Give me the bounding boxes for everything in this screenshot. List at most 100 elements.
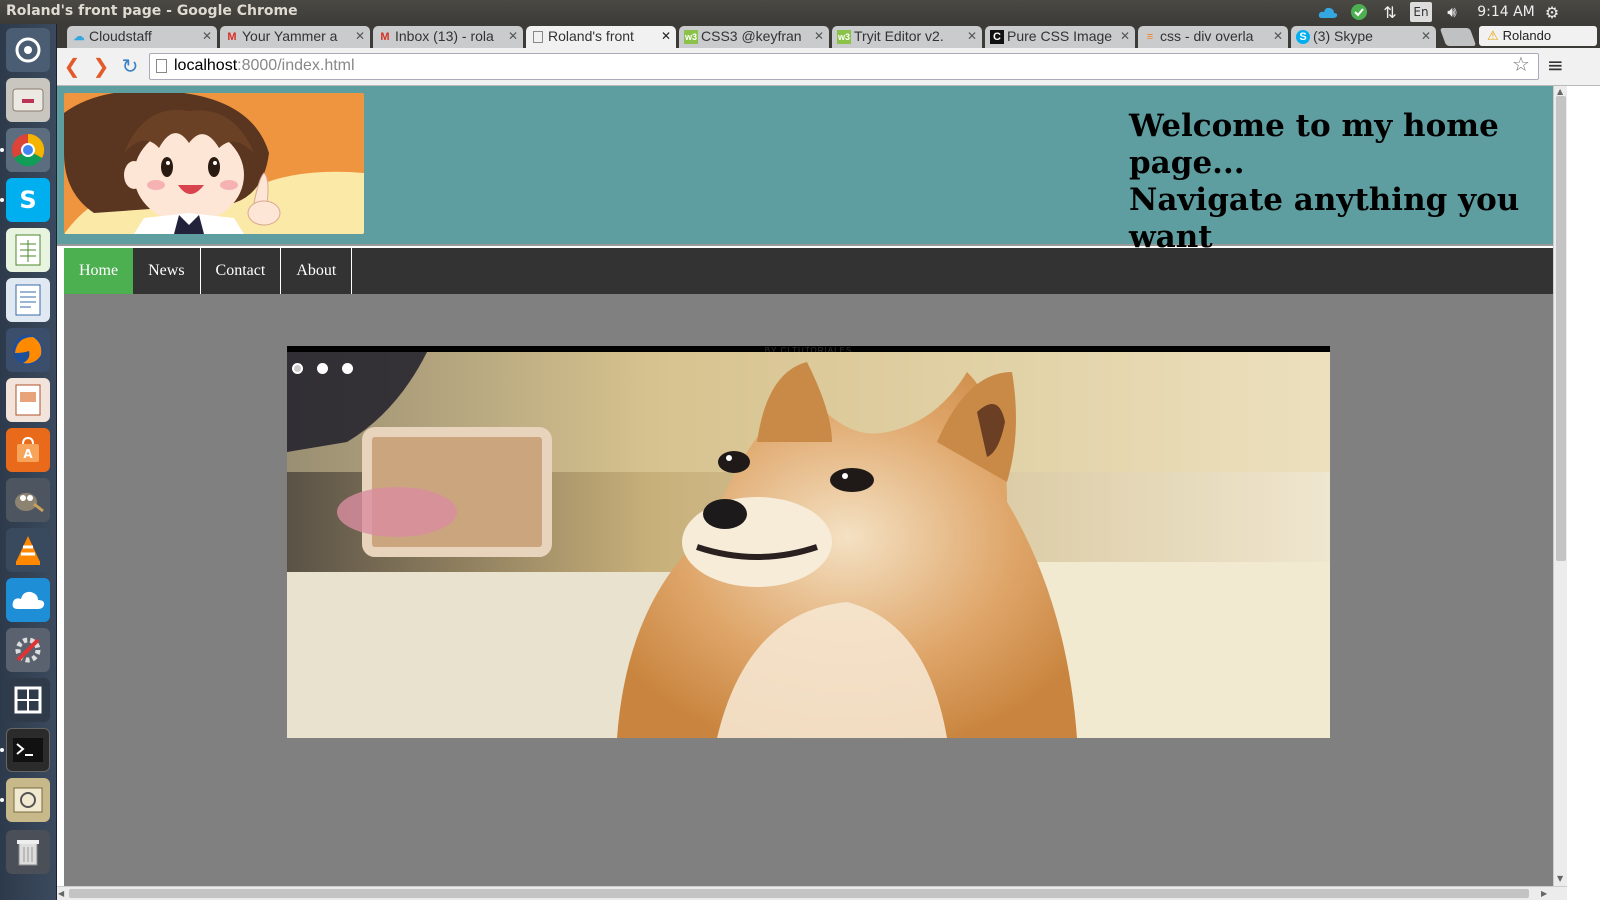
close-icon[interactable]: ✕ <box>1120 29 1130 43</box>
header-title-line-1: Welcome to my home page... <box>1129 108 1499 181</box>
workspace-icon[interactable] <box>6 678 50 722</box>
close-icon[interactable]: ✕ <box>508 29 518 43</box>
browser-window: ☁ Cloudstaff ✕ M Your Yammer a ✕ M Inbox… <box>57 24 1600 900</box>
files-icon[interactable] <box>6 78 50 122</box>
tab-label: Cloudstaff <box>89 28 152 44</box>
software-center-icon[interactable]: A <box>6 428 50 472</box>
url-host: localhost <box>174 57 238 74</box>
menu-icon[interactable]: ≡ <box>1547 53 1564 77</box>
tab-label: css - div overla <box>1160 28 1254 44</box>
image-slider: BY CLTUTORIALES <box>287 346 1330 738</box>
close-icon[interactable]: ✕ <box>1421 29 1431 43</box>
skype-icon[interactable]: S <box>6 178 50 222</box>
cloud-icon: ☁ <box>73 31 85 43</box>
browser-toolbar: ❮ ❯ ↻ localhost:8000/index.html ☆ ≡ <box>57 48 1600 86</box>
vlc-icon[interactable] <box>6 528 50 572</box>
nav-contact[interactable]: Contact <box>201 248 282 294</box>
header-title-line-2: Navigate anything you want <box>1129 182 1520 255</box>
document-icon[interactable] <box>6 278 50 322</box>
slider-dot-2[interactable] <box>317 363 328 374</box>
tab-label: Your Yammer a <box>242 28 338 44</box>
page-icon <box>533 31 543 43</box>
scroll-up-arrow-icon[interactable]: ▲ <box>1557 87 1563 96</box>
tab-inbox[interactable]: M Inbox (13) - rola ✕ <box>373 26 523 48</box>
cloud-icon[interactable] <box>6 578 50 622</box>
volume-tray-icon[interactable]: 🔊︎ <box>1440 2 1464 22</box>
vertical-scrollbar[interactable]: ▲ ▼ <box>1553 86 1567 886</box>
bookmark-star-icon[interactable]: ☆ <box>1512 52 1530 76</box>
close-icon[interactable]: ✕ <box>202 29 212 43</box>
tab-tryit-editor[interactable]: w3 Tryit Editor v2. ✕ <box>832 26 982 48</box>
gimp-icon[interactable] <box>6 478 50 522</box>
codepen-icon: C <box>990 30 1004 44</box>
back-button[interactable]: ❮ <box>59 54 85 80</box>
scroll-right-arrow-icon[interactable]: ▶ <box>1541 889 1547 898</box>
presentation-icon[interactable] <box>6 378 50 422</box>
header-anime-image <box>64 93 364 234</box>
page-viewport: Welcome to my home page... Navigate anyt… <box>57 86 1600 900</box>
close-icon[interactable]: ✕ <box>355 29 365 43</box>
slider-image-shiba-dog <box>287 352 1330 738</box>
tab-rolands-front-page[interactable]: Roland's front ✕ <box>526 26 676 50</box>
horizontal-scrollbar[interactable]: ◀ ▶ <box>57 886 1567 900</box>
new-tab-button[interactable] <box>1439 28 1477 46</box>
url-path: :8000/index.html <box>237 57 355 74</box>
gmail-icon: M <box>227 31 237 43</box>
running-indicator <box>0 198 4 202</box>
chrome-icon[interactable] <box>6 128 50 172</box>
tab-pure-css-image[interactable]: C Pure CSS Image ✕ <box>985 26 1135 48</box>
dash-icon[interactable] <box>6 28 50 72</box>
vertical-scroll-thumb[interactable] <box>1556 96 1566 561</box>
reload-button[interactable]: ↻ <box>117 54 143 80</box>
clock[interactable]: 9:14 AM <box>1475 2 1537 22</box>
profile-button[interactable]: ⚠ Rolando <box>1479 26 1597 46</box>
slider-dot-1[interactable] <box>292 363 303 374</box>
cloud-tray-icon[interactable] <box>1316 2 1340 22</box>
nav-news[interactable]: News <box>133 248 201 294</box>
tab-cloudstaff[interactable]: ☁ Cloudstaff ✕ <box>67 26 217 48</box>
keyboard-layout-indicator[interactable]: En <box>1410 2 1432 22</box>
nav-about[interactable]: About <box>281 248 353 294</box>
forward-button[interactable]: ❯ <box>88 54 114 80</box>
scroll-down-arrow-icon[interactable]: ▼ <box>1557 874 1563 883</box>
tab-css-div-overlay[interactable]: ≡ css - div overla ✕ <box>1138 26 1288 48</box>
running-indicator <box>0 798 4 802</box>
header-title: Welcome to my home page... Navigate anyt… <box>1129 108 1549 256</box>
spreadsheet-icon[interactable] <box>6 228 50 272</box>
window-title: Roland's front page - Google Chrome <box>6 3 298 19</box>
running-indicator <box>0 748 4 752</box>
address-bar[interactable]: localhost:8000/index.html <box>149 53 1539 80</box>
tab-label: Tryit Editor v2. <box>854 28 944 44</box>
svg-text:A: A <box>23 447 33 461</box>
site-navbar: Home News Contact About <box>64 248 1553 294</box>
firefox-icon[interactable] <box>6 328 50 372</box>
main-content: BY CLTUTORIALES <box>64 294 1553 894</box>
tab-label: CSS3 @keyfran <box>701 28 802 44</box>
close-icon[interactable]: ✕ <box>814 29 824 43</box>
tab-strip: ☁ Cloudstaff ✕ M Your Yammer a ✕ M Inbox… <box>57 24 1600 50</box>
settings-tray-icon[interactable]: ⚙ <box>1541 2 1563 22</box>
w3-icon: w3 <box>837 30 851 44</box>
close-icon[interactable]: ✕ <box>1273 29 1283 43</box>
tab-css3-keyframes[interactable]: w3 CSS3 @keyfran ✕ <box>679 26 829 48</box>
warning-icon: ⚠ <box>1487 28 1499 43</box>
stackoverflow-icon: ≡ <box>1146 31 1154 43</box>
network-tray-icon[interactable]: ⇅ <box>1380 2 1400 22</box>
settings-icon[interactable] <box>6 628 50 672</box>
messaging-tray-icon[interactable] <box>1347 2 1371 22</box>
scroll-left-arrow-icon[interactable]: ◀ <box>58 889 64 898</box>
gmail-icon: M <box>380 31 390 43</box>
horizontal-scroll-thumb[interactable] <box>69 889 1529 898</box>
unity-launcher: S A <box>0 24 57 900</box>
terminal-icon[interactable] <box>6 728 50 772</box>
slider-dot-3[interactable] <box>342 363 353 374</box>
tab-skype[interactable]: S (3) Skype ✕ <box>1291 26 1436 48</box>
close-icon[interactable]: ✕ <box>661 29 671 43</box>
tab-label: Roland's front <box>548 28 634 44</box>
tab-label: Inbox (13) - rola <box>395 28 494 44</box>
tab-yammer[interactable]: M Your Yammer a ✕ <box>220 26 370 48</box>
image-viewer-icon[interactable] <box>6 778 50 822</box>
nav-home[interactable]: Home <box>64 248 134 294</box>
close-icon[interactable]: ✕ <box>967 29 977 43</box>
trash-icon[interactable] <box>6 830 50 874</box>
